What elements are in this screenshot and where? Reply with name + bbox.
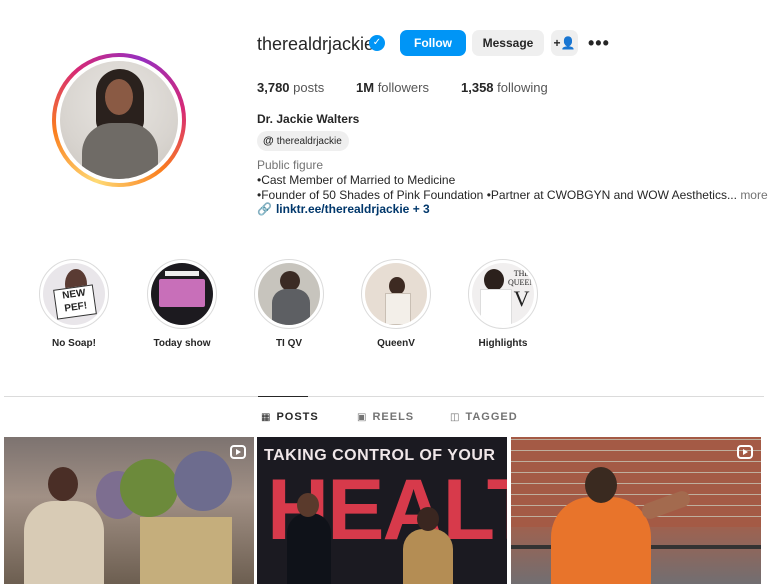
highlight-label: No Soap!: [52, 338, 96, 349]
highlight-item[interactable]: NEW PEF! No Soap!: [39, 259, 109, 349]
post-scene-bush: [120, 459, 178, 517]
threads-icon: @: [263, 135, 274, 147]
highlight-label: QueenV: [377, 338, 415, 349]
followers-count-label: followers: [377, 80, 429, 95]
highlight-item[interactable]: QueenV: [361, 259, 431, 349]
tab-reels-label: REELS: [372, 411, 415, 423]
message-button[interactable]: Message: [472, 30, 544, 56]
post-scene-person: [403, 507, 453, 584]
highlight-cover: [151, 263, 213, 325]
highlight-label: TI QV: [275, 338, 303, 349]
bio-line-2-text: •Founder of 50 Shades of Pink Foundation…: [257, 188, 737, 202]
active-tab-indicator: [258, 396, 308, 397]
highlight-ring: [361, 259, 431, 329]
post-headline-top: TAKING CONTROL OF YOUR: [264, 447, 496, 464]
posts-count-label: posts: [293, 80, 325, 95]
tab-posts[interactable]: ▦ POSTS: [261, 411, 319, 423]
avatar-photo: [60, 61, 178, 179]
following-link[interactable]: 1,358 following: [461, 80, 548, 95]
tab-tagged[interactable]: ◫ TAGGED: [450, 411, 518, 423]
highlight-cover: [258, 263, 320, 325]
avatar-inner: [56, 57, 182, 183]
following-count-label: following: [497, 80, 548, 95]
threads-badge[interactable]: @ therealdrjackie: [257, 131, 349, 151]
post-thumbnail[interactable]: [511, 437, 761, 584]
post-scene-person: [287, 493, 331, 584]
post-scene-person-head: [585, 467, 617, 503]
highlight-cover: THE QUEEN V: [472, 263, 534, 325]
post-scene-stand: [140, 517, 232, 584]
suggest-users-button[interactable]: +👤: [551, 30, 578, 56]
posts-count-value: 3,780: [257, 80, 290, 95]
cover-text-big: V: [513, 286, 530, 311]
highlight-ring: [147, 259, 217, 329]
profile-link[interactable]: 🔗 linktr.ee/therealdrjackie + 3: [257, 202, 430, 216]
more-options-icon[interactable]: •••: [588, 33, 610, 54]
highlight-item[interactable]: THE QUEEN V Highlights: [468, 259, 538, 349]
highlight-label: Today show: [153, 338, 211, 349]
tab-reels[interactable]: ▣ REELS: [357, 411, 414, 423]
reel-icon: [230, 445, 246, 459]
highlight-label: Highlights: [478, 338, 528, 349]
tab-tagged-label: TAGGED: [465, 411, 518, 423]
followers-link[interactable]: 1M followers: [356, 80, 429, 95]
profile-avatar[interactable]: [52, 53, 186, 187]
post-scene-person-body: [24, 501, 104, 584]
highlight-ring: NEW PEF!: [39, 259, 109, 329]
threads-handle: therealdrjackie: [276, 136, 342, 147]
bio-line-2: •Founder of 50 Shades of Pink Foundation…: [257, 188, 768, 202]
post-scene-person-head: [48, 467, 78, 501]
post-scene-person-body: [551, 497, 651, 584]
profile-username: therealdrjackie: [257, 34, 375, 54]
post-thumbnail[interactable]: HEALTH TAKING CONTROL OF YOUR: [257, 437, 507, 584]
profile-category: Public figure: [257, 158, 324, 172]
profile-link-text: linktr.ee/therealdrjackie + 3: [275, 202, 430, 216]
cover-text-top: THE: [513, 269, 530, 278]
highlight-cover: NEW PEF!: [43, 263, 105, 325]
tabs-divider: [4, 396, 764, 397]
highlight-item[interactable]: TI QV: [254, 259, 324, 349]
reel-icon: [737, 445, 753, 459]
reels-icon: ▣: [357, 412, 368, 423]
bio-line-1: •Cast Member of Married to Medicine: [257, 173, 456, 187]
followers-count-value: 1M: [356, 80, 375, 95]
verified-badge-icon: ✓: [369, 35, 385, 51]
highlight-ring: [254, 259, 324, 329]
link-chain-icon: 🔗: [257, 202, 272, 216]
tagged-icon: ◫: [450, 412, 461, 423]
avatar-body: [82, 123, 158, 179]
bio-more-link[interactable]: more: [740, 188, 767, 202]
highlight-cover-text: THE QUEEN V: [508, 269, 534, 311]
avatar-face: [105, 79, 133, 115]
post-scene-bush: [174, 451, 232, 511]
post-thumbnail[interactable]: [4, 437, 254, 584]
highlight-sticker: NEW PEF!: [53, 284, 97, 320]
highlight-item[interactable]: Today show: [147, 259, 217, 349]
grid-icon: ▦: [261, 412, 272, 423]
posts-count: 3,780 posts: [257, 80, 324, 95]
highlight-ring: THE QUEEN V: [468, 259, 538, 329]
profile-full-name: Dr. Jackie Walters: [257, 112, 360, 126]
follow-button[interactable]: Follow: [400, 30, 466, 56]
tab-posts-label: POSTS: [276, 411, 319, 423]
highlight-cover: [365, 263, 427, 325]
following-count-value: 1,358: [461, 80, 494, 95]
